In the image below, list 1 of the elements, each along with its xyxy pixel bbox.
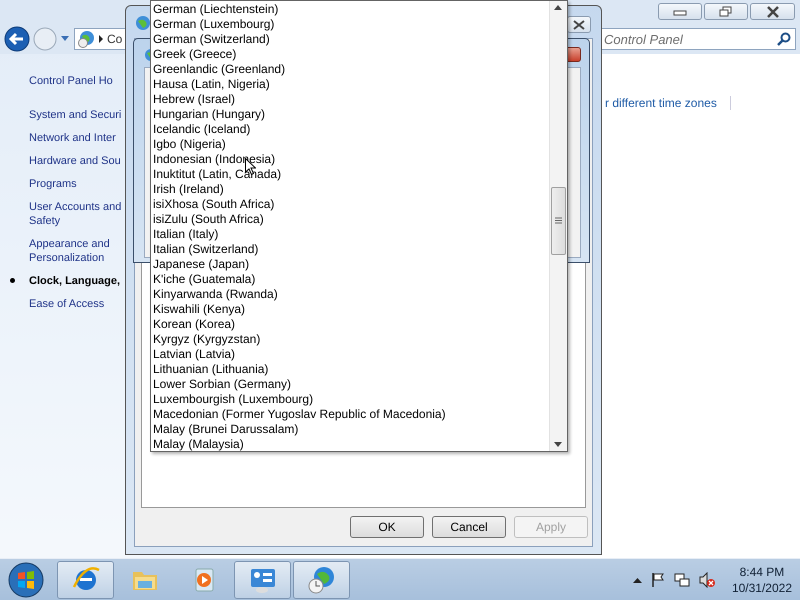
apply-button: Apply [514, 516, 588, 538]
